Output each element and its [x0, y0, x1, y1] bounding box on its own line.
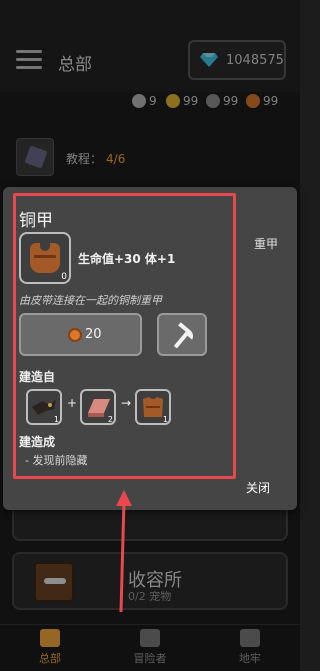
item-title: 铜甲: [19, 211, 53, 231]
item-quantity: 0: [61, 272, 67, 282]
armor-category-label: 重甲: [254, 237, 279, 251]
close-button[interactable]: 关闭: [246, 479, 270, 496]
copper-armor-icon: [30, 243, 60, 273]
recipe-ingredient-copper[interactable]: 2: [80, 389, 116, 425]
build-button[interactable]: [157, 313, 207, 356]
build-cost-button[interactable]: 20: [19, 313, 142, 356]
arrow-sign: →: [121, 396, 132, 410]
plus-sign: +: [67, 396, 78, 410]
item-description: 由皮带连接在一起的铜制重甲: [19, 294, 162, 307]
recipe-ingredient-leather[interactable]: 1: [26, 389, 62, 425]
copper-coin-icon: [68, 328, 82, 342]
recipe-result[interactable]: 1: [135, 389, 171, 425]
build-cost: 20: [85, 327, 102, 342]
builds-into-label: 建造成: [19, 435, 56, 449]
hammer-icon: [174, 322, 193, 349]
item-stats: 生命值+30 体+1: [78, 252, 176, 266]
item-slot: 0: [19, 232, 71, 284]
build-from-label: 建造自: [19, 370, 56, 384]
builds-into-value: - 发现前隐藏: [25, 454, 88, 467]
